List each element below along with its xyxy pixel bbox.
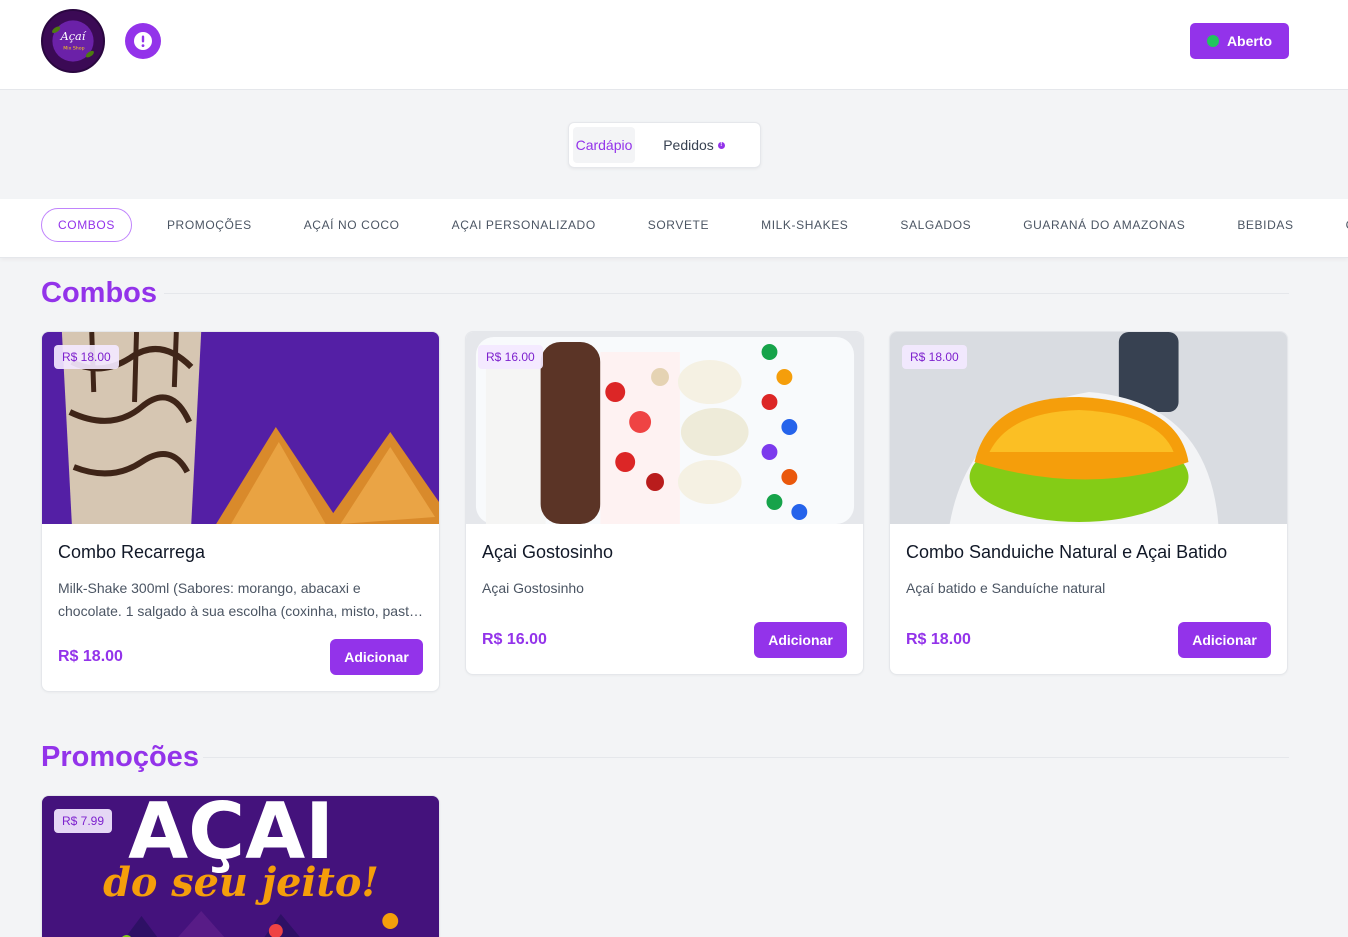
product-card[interactable]: AÇAI do seu jeito! R$ 7.99 [41, 795, 440, 937]
category-sorvete[interactable]: SORVETE [631, 208, 726, 242]
product-price: R$ 18.00 [906, 631, 971, 648]
product-price: R$ 18.00 [58, 648, 123, 665]
section-divider [203, 757, 1289, 758]
category-guarana[interactable]: GUARANÁ DO AMAZONAS [1006, 208, 1202, 242]
tab-label: Pedidos [663, 137, 714, 153]
product-description: Açaí batido e Sanduíche natural [906, 580, 1106, 596]
price-badge: R$ 18.00 [54, 345, 119, 369]
price-badge: R$ 18.00 [902, 345, 967, 369]
product-image: R$ 16.00 [466, 332, 863, 524]
category-salgados[interactable]: SALGADOS [883, 208, 988, 242]
svg-text:Mix Shop: Mix Shop [63, 45, 84, 51]
product-description: Milk-Shake 300ml (Sabores: morango, abac… [58, 580, 420, 619]
product-name: Combo Recarrega [58, 542, 206, 562]
product-image: R$ 18.00 [890, 332, 1287, 524]
category-combos[interactable]: COMBOS [41, 208, 132, 242]
product-card[interactable]: R$ 18.00 Combo Recarrega Milk-Shake 300m… [41, 331, 440, 692]
price-badge: R$ 7.99 [54, 809, 113, 833]
tab-label: Cardápio [575, 137, 633, 153]
exclamation-circle-icon [134, 32, 152, 50]
product-image: R$ 18.00 [42, 332, 439, 524]
add-to-cart-button[interactable]: Adicionar [1178, 622, 1271, 658]
product-description: Açai Gostosinho [482, 580, 584, 596]
info-alert-button[interactable] [125, 23, 161, 59]
category-milk-shakes[interactable]: MILK-SHAKES [744, 208, 865, 242]
svg-text:Açaí: Açaí [60, 30, 87, 43]
section-divider [164, 293, 1289, 294]
category-bebidas[interactable]: BEBIDAS [1220, 208, 1310, 242]
status-dot-icon [1206, 35, 1219, 47]
price-badge: R$ 16.00 [478, 345, 543, 369]
product-card[interactable]: R$ 16.00 Açai Gostosinho Açai Gostosinho… [465, 331, 864, 675]
logo-image: Açaí Mix Shop [43, 11, 103, 71]
product-name: Combo Sanduiche Natural e Açai Batido [906, 542, 1228, 562]
add-to-cart-button[interactable]: Adicionar [754, 622, 847, 658]
main-tabs: Cardápio Pedidos ! [568, 122, 761, 168]
store-logo[interactable]: Açaí Mix Shop [41, 9, 105, 73]
add-to-cart-button[interactable]: Adicionar [330, 639, 423, 675]
store-status-button[interactable]: Aberto [1190, 23, 1289, 59]
category-acai-personalizado[interactable]: AÇAI PERSONALIZADO [435, 208, 613, 242]
store-status-label: Aberto [1226, 33, 1273, 49]
notification-badge: ! [717, 141, 725, 149]
tab-cardapio[interactable]: Cardápio [573, 127, 635, 163]
product-card[interactable]: R$ 18.00 Combo Sanduiche Natural e Açai … [889, 331, 1288, 675]
tab-pedidos[interactable]: Pedidos ! [639, 127, 749, 163]
section-title-combos: Combos [41, 277, 157, 309]
category-promocoes[interactable]: PROMOÇÕES [150, 208, 269, 242]
svg-text:do seu jeito!: do seu jeito! [103, 860, 379, 906]
category-acai-no-coco[interactable]: AÇAÍ NO COCO [287, 208, 417, 242]
category-gelo[interactable]: GELO [1329, 208, 1348, 242]
product-price: R$ 16.00 [482, 631, 547, 648]
app-header: Açaí Mix Shop Aberto [0, 0, 1348, 90]
section-title-promocoes: Promoções [41, 741, 199, 773]
product-image: AÇAI do seu jeito! R$ 7.99 [42, 796, 439, 937]
product-name: Açai Gostosinho [482, 542, 614, 562]
category-nav: COMBOS PROMOÇÕES AÇAÍ NO COCO AÇAI PERSO… [0, 199, 1348, 258]
